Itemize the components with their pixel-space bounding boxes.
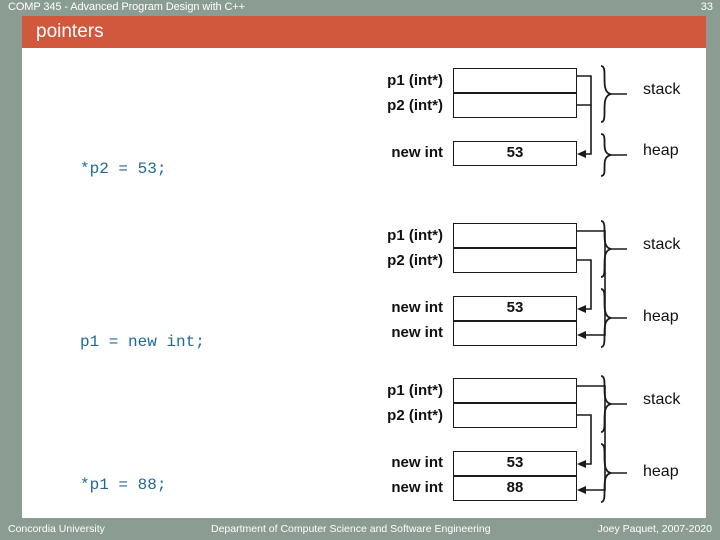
- right-margin: [706, 14, 720, 518]
- code-caption-1: *p2 = 53;: [80, 160, 167, 178]
- header-bar: COMP 345 - Advanced Program Design with …: [0, 0, 720, 14]
- footer-department: Department of Computer Science and Softw…: [211, 523, 491, 535]
- code-caption-2: p1 = new int;: [80, 333, 205, 351]
- memory-diagram-step-1: p1 (int*) p2 (int*) new int 53 stack hea…: [355, 60, 700, 190]
- code-caption-3: *p1 = 88;: [80, 476, 167, 494]
- pointer-arrows: [577, 75, 592, 158]
- pointer-arrows: [577, 230, 606, 339]
- title-band: pointers: [22, 16, 706, 48]
- page-title: pointers: [36, 21, 104, 42]
- footer: Concordia University Department of Compu…: [0, 518, 720, 540]
- memory-diagram-step-3: p1 (int*) p2 (int*) new int new int 53 8…: [355, 370, 700, 510]
- memory-diagram-step-2: p1 (int*) p2 (int*) new int new int 53 s…: [355, 215, 700, 355]
- pointer-arrows: [577, 385, 606, 494]
- course-title: COMP 345 - Advanced Program Design with …: [8, 1, 246, 13]
- slide: COMP 345 - Advanced Program Design with …: [0, 0, 720, 540]
- footer-author: Joey Paquet, 2007-2020: [597, 523, 712, 535]
- slide-number: 33: [700, 1, 713, 13]
- footer-institution: Concordia University: [8, 523, 105, 535]
